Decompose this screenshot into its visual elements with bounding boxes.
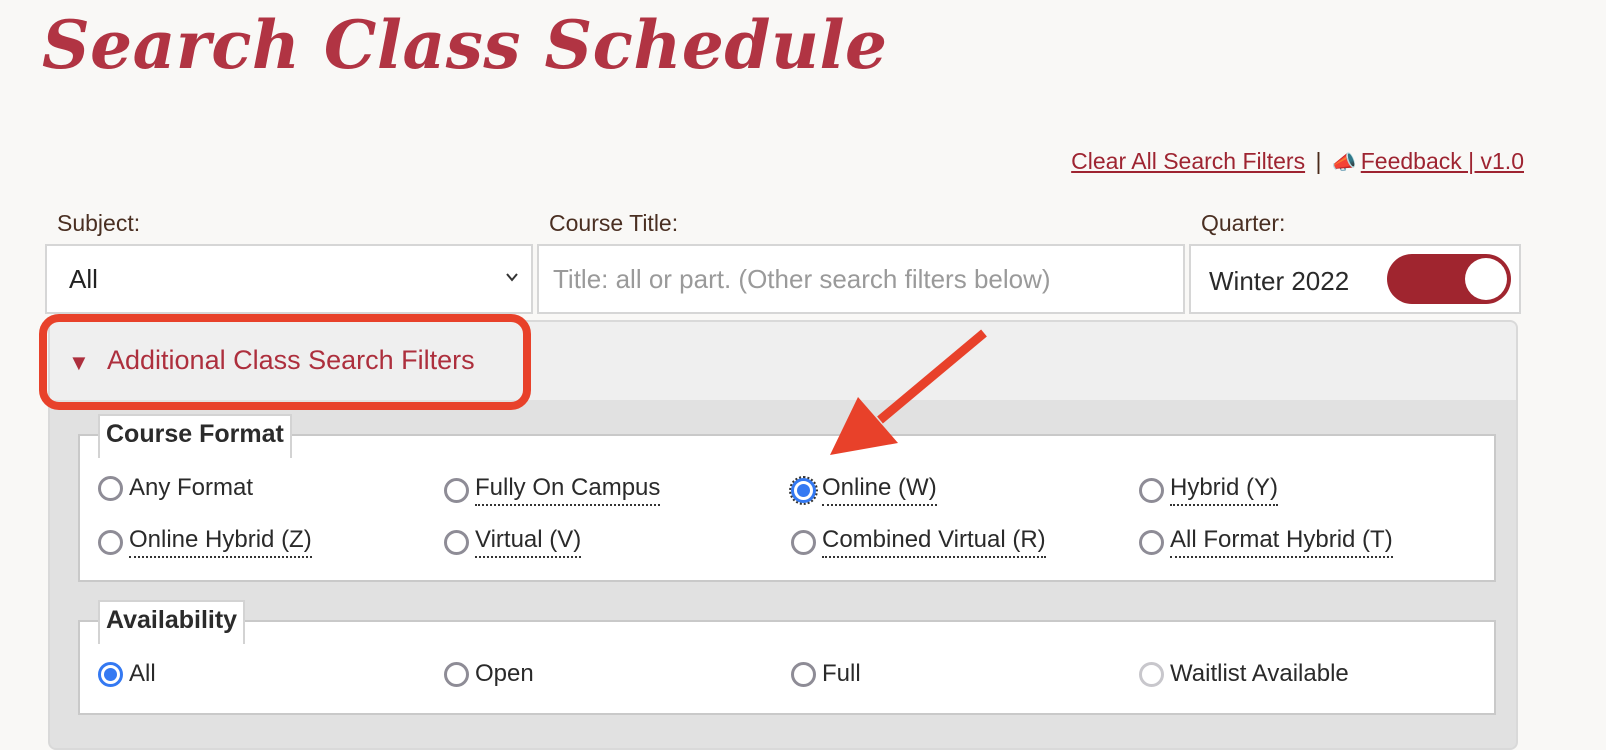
- clear-all-filters-link[interactable]: Clear All Search Filters: [1071, 148, 1305, 174]
- quarter-value: Winter 2022: [1209, 266, 1350, 296]
- radio-label: Full: [822, 660, 861, 687]
- chevron-down-icon: [506, 273, 518, 282]
- radio-label: Hybrid (Y): [1170, 474, 1279, 506]
- megaphone-icon: 📣: [1331, 152, 1357, 174]
- radio-option-any-format[interactable]: Any Format: [98, 474, 253, 502]
- radio-label: Waitlist Available: [1170, 660, 1349, 687]
- radio-option-waitlist-available[interactable]: Waitlist Available: [1139, 660, 1349, 688]
- quarter-toggle[interactable]: [1387, 254, 1511, 304]
- course-title-label: Course Title:: [549, 210, 679, 236]
- radio-option-hybrid-y[interactable]: Hybrid (Y): [1139, 474, 1279, 506]
- course-format-group: Course Format Any Format Fully On Campus O…: [78, 414, 1496, 582]
- radio-label: All Format Hybrid (T): [1170, 526, 1393, 558]
- radio-unchecked-icon[interactable]: [444, 529, 469, 555]
- radio-checked-icon[interactable]: [98, 661, 123, 687]
- radio-label: Fully On Campus: [475, 474, 661, 506]
- radio-label: Open: [475, 660, 534, 687]
- radio-label: Combined Virtual (R): [822, 526, 1046, 558]
- radio-unchecked-icon[interactable]: [1139, 661, 1164, 687]
- radio-unchecked-icon[interactable]: [98, 475, 123, 501]
- radio-option-online-w[interactable]: Online (W): [789, 474, 937, 506]
- radio-unchecked-icon[interactable]: [444, 477, 469, 503]
- radio-option-full[interactable]: Full: [791, 660, 861, 688]
- quarter-selector: Winter 2022: [1189, 244, 1521, 314]
- top-links: Clear All Search Filters | 📣 Feedback | v…: [1071, 148, 1524, 175]
- course-format-legend: Course Format: [98, 414, 292, 458]
- radio-unchecked-icon[interactable]: [1139, 477, 1164, 503]
- radio-checked-icon[interactable]: [789, 475, 818, 505]
- radio-label: Online Hybrid (Z): [129, 526, 312, 558]
- radio-option-online-hybrid-z[interactable]: Online Hybrid (Z): [98, 526, 312, 558]
- radio-option-fully-on-campus[interactable]: Fully On Campus: [444, 474, 661, 506]
- radio-unchecked-icon[interactable]: [98, 529, 123, 555]
- radio-option-all-format-hybrid-t[interactable]: All Format Hybrid (T): [1139, 526, 1393, 558]
- radio-unchecked-icon[interactable]: [791, 661, 816, 687]
- radio-label: Virtual (V): [475, 526, 582, 558]
- triangle-down-icon: ▼: [68, 350, 90, 375]
- link-separator: |: [1315, 148, 1322, 174]
- course-title-input[interactable]: [539, 246, 1183, 312]
- page-title: Search Class Schedule: [42, 6, 888, 84]
- radio-label: Any Format: [129, 474, 254, 501]
- additional-filters-toggle[interactable]: ▼ Additional Class Search Filters: [50, 322, 1516, 400]
- radio-option-virtual-v[interactable]: Virtual (V): [444, 526, 582, 558]
- feedback-label: Feedback | v1.0: [1360, 148, 1524, 174]
- availability-group: Availability All Open Full Waitlist Availab…: [78, 600, 1496, 715]
- additional-filters-label: Additional Class Search Filters: [107, 345, 475, 375]
- subject-label: Subject:: [57, 210, 141, 236]
- availability-legend: Availability: [98, 600, 246, 644]
- radio-option-open[interactable]: Open: [444, 660, 534, 688]
- radio-option-all[interactable]: All: [98, 660, 156, 688]
- quarter-label: Quarter:: [1201, 210, 1286, 236]
- radio-label: Online (W): [822, 474, 937, 506]
- feedback-link[interactable]: 📣 Feedback | v1.0: [1332, 148, 1524, 174]
- radio-option-combined-virtual-r[interactable]: Combined Virtual (R): [791, 526, 1046, 558]
- radio-unchecked-icon[interactable]: [1139, 529, 1164, 555]
- radio-unchecked-icon[interactable]: [791, 529, 816, 555]
- subject-select[interactable]: All: [45, 244, 533, 314]
- radio-unchecked-icon[interactable]: [444, 661, 469, 687]
- course-title-field: [537, 244, 1185, 314]
- subject-value: All: [69, 264, 98, 294]
- toggle-knob: [1465, 258, 1507, 300]
- radio-label: All: [129, 660, 156, 687]
